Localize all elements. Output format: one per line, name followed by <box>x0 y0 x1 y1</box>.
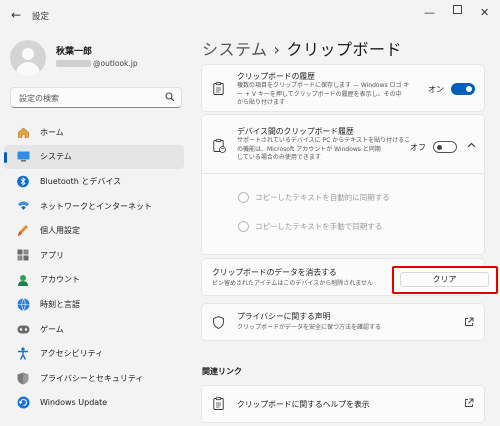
external-link-icon[interactable] <box>464 317 474 330</box>
title-bar: ← 設定 — ✕ <box>0 0 500 32</box>
sidebar-item-label: Windows Update <box>40 398 108 408</box>
sidebar-item-label: システム <box>40 152 72 162</box>
sidebar-item-system[interactable]: システム <box>4 144 184 170</box>
clear-button[interactable]: クリア <box>400 272 489 287</box>
minimize-button[interactable]: — <box>424 6 435 19</box>
help-link-label: クリップボードに関するヘルプを表示 <box>237 400 370 409</box>
page-title: システム › クリップボード <box>202 36 402 60</box>
sidebar-item-bluetooth[interactable]: Bluetooth とデバイス <box>4 169 184 194</box>
sidebar-item-label: アプリ <box>40 250 64 260</box>
maximize-button[interactable] <box>453 5 462 14</box>
avatar-body <box>16 62 40 76</box>
sync-auto-option[interactable]: コピーしたテキストを自動的に同期する <box>238 192 390 203</box>
search-icon[interactable] <box>165 92 175 105</box>
history-description: 複数の項目をクリップボードに保存します — Windows ロゴ キー + V … <box>237 82 410 107</box>
sidebar-item-label: プライバシーとセキュリティ <box>40 373 144 383</box>
sync-manual-label: コピーしたテキストを手動で同期する <box>255 222 383 231</box>
sidebar-item-apps[interactable]: アプリ <box>4 243 184 268</box>
sidebar-item-accessibility[interactable]: アクセシビリティ <box>4 341 184 366</box>
sidebar-item-label: ネットワークとインターネット <box>40 201 152 211</box>
history-toggle-label: オン <box>428 85 444 94</box>
privacy-icon <box>16 371 30 385</box>
sidebar-item-label: 時刻と言語 <box>40 299 80 309</box>
search-input[interactable]: 設定の検索 <box>10 87 182 108</box>
sync-title: デバイス間のクリップボード履歴 <box>237 127 354 136</box>
related-links-heading: 関連リンク <box>202 367 242 376</box>
network-icon <box>16 199 30 213</box>
sidebar-item-label: 個人用設定 <box>40 226 80 236</box>
clear-description: ピン留めされたアイテムはこのデバイスから削除されません <box>212 280 374 287</box>
clipboard-icon <box>213 82 224 98</box>
sidebar-item-gaming[interactable]: ゲーム <box>4 317 184 342</box>
sidebar-item-label: アクセシビリティ <box>40 349 104 359</box>
accessibility-icon <box>16 347 30 361</box>
sidebar-item-home[interactable]: ホーム <box>4 120 184 145</box>
avatar[interactable] <box>10 40 46 76</box>
clipboard-sync-icon <box>213 139 226 156</box>
breadcrumb-separator: › <box>273 40 281 59</box>
breadcrumb-current: クリップボード <box>286 40 402 59</box>
personalization-icon <box>16 224 30 238</box>
sync-description: サポートされているデバイスに PC からテキストを貼り付けるこ の機能は、Micr… <box>237 137 411 162</box>
window-title: 設定 <box>32 12 50 22</box>
radio-button[interactable] <box>238 192 249 203</box>
privacy-card[interactable] <box>201 303 485 341</box>
clear-title: クリップボードのデータを消去する <box>212 268 337 277</box>
breadcrumb-system[interactable]: システム <box>202 40 268 59</box>
privacy-title: プライバシーに関する声明 <box>237 312 331 321</box>
system-icon <box>16 150 30 164</box>
external-link-icon[interactable] <box>464 398 474 411</box>
sync-toggle[interactable] <box>433 141 457 153</box>
shield-icon <box>213 316 224 332</box>
sidebar-item-label: Bluetooth とデバイス <box>40 176 122 186</box>
chevron-up-icon[interactable] <box>467 141 476 151</box>
sync-toggle-label: オフ <box>410 143 426 152</box>
windows-update-icon <box>16 396 30 410</box>
history-toggle[interactable] <box>451 83 475 95</box>
sidebar-item-accounts[interactable]: アカウント <box>4 268 184 293</box>
user-email-suffix: @outlook.jp <box>93 59 138 68</box>
privacy-description: クリップボードがデータを安全に保つ方法を確認する <box>237 324 382 331</box>
avatar-head <box>22 48 34 60</box>
sync-divider <box>202 173 484 174</box>
time-language-icon <box>16 297 30 311</box>
history-title: クリップボードの履歴 <box>237 72 315 81</box>
apps-icon <box>16 248 30 262</box>
sidebar-item-personalization[interactable]: 個人用設定 <box>4 218 184 243</box>
sidebar-item-time-language[interactable]: 時刻と言語 <box>4 292 184 317</box>
sidebar-item-privacy[interactable]: プライバシーとセキュリティ <box>4 366 184 391</box>
sidebar-item-label: ホーム <box>40 127 64 137</box>
accounts-icon <box>16 273 30 287</box>
back-arrow-icon[interactable]: ← <box>11 8 21 22</box>
clipboard-icon <box>213 397 224 413</box>
sidebar-item-label: ゲーム <box>40 324 64 334</box>
close-button[interactable]: ✕ <box>480 6 489 19</box>
sidebar-item-windows-update[interactable]: Windows Update <box>4 391 184 416</box>
email-redaction <box>56 60 91 67</box>
sidebar-item-label: アカウント <box>40 275 80 285</box>
user-name: 秋葉一郎 <box>56 47 93 57</box>
sync-manual-option[interactable]: コピーしたテキストを手動で同期する <box>238 221 382 232</box>
radio-button[interactable] <box>238 221 249 232</box>
sidebar-item-network[interactable]: ネットワークとインターネット <box>4 194 184 219</box>
gaming-icon <box>16 322 30 336</box>
home-icon <box>16 125 30 139</box>
sync-auto-label: コピーしたテキストを自動的に同期する <box>255 193 390 202</box>
user-email: @outlook.jp <box>56 59 138 68</box>
clear-button-highlight: クリア <box>392 266 498 294</box>
search-placeholder: 設定の検索 <box>19 94 59 103</box>
bluetooth-icon <box>16 174 30 188</box>
sidebar-nav: ホーム システム Bluetooth とデバイス ネットワークとインターネット … <box>0 120 190 415</box>
